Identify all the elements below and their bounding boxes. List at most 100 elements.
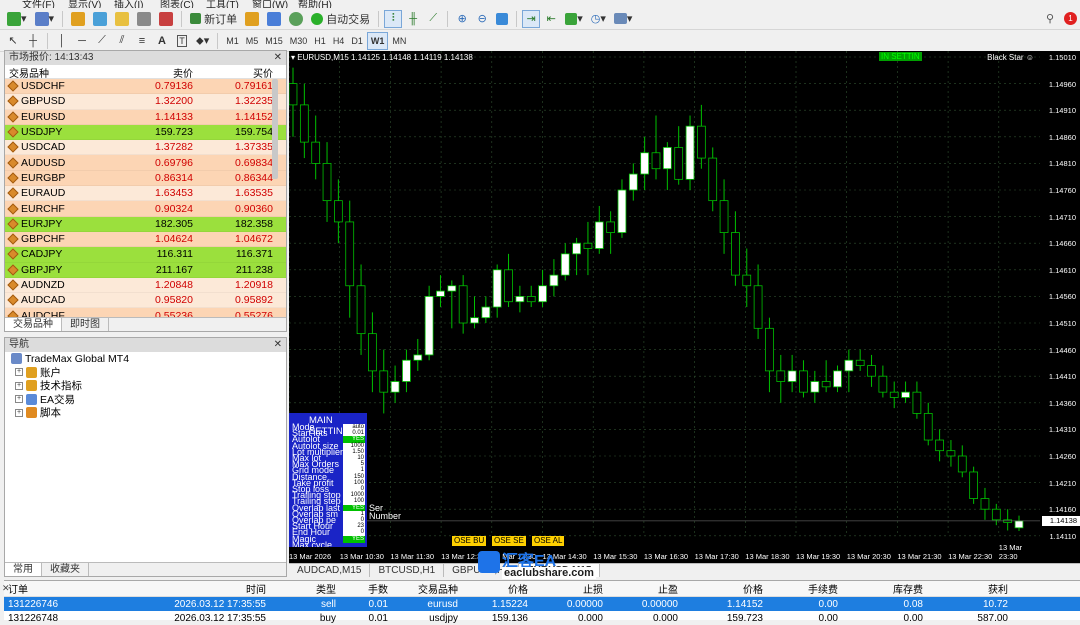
menu-item[interactable]: 文件(F) — [22, 0, 55, 8]
market-watch-row[interactable]: USDJPY 159.723 159.754 — [5, 124, 286, 141]
channel-button[interactable]: ⫽ — [113, 32, 131, 50]
column-header[interactable]: 交易品种 — [392, 581, 462, 596]
timeframe-mn[interactable]: MN — [389, 32, 409, 50]
tab-symbols[interactable]: 交易品种 — [5, 318, 62, 331]
tab-tick-chart[interactable]: 即时图 — [62, 318, 109, 331]
market-watch-row[interactable]: GBPJPY 211.167 211.238 — [5, 262, 286, 278]
expand-icon[interactable]: + — [15, 381, 23, 390]
expand-icon[interactable]: + — [15, 395, 23, 404]
periods-button[interactable]: ◷ ▾ — [588, 10, 609, 28]
market-watch-row[interactable]: USDCAD 1.37282 1.37335 — [5, 140, 286, 156]
column-header[interactable]: 价格 — [462, 581, 532, 596]
tab-common[interactable]: 常用 — [5, 563, 42, 576]
ea-setting-value[interactable]: YES — [343, 535, 365, 543]
market-watch-row[interactable]: EURCHF 0.90324 0.90360 — [5, 201, 286, 217]
close-icon[interactable]: ✕ — [2, 583, 10, 594]
text-button[interactable]: A — [153, 32, 171, 50]
indicators-button[interactable]: ▾ — [562, 10, 586, 28]
price-axis[interactable]: 1.15010 1.14960 1.14910 1.14860 1.14810 1.147… — [1040, 51, 1080, 563]
profiles-button[interactable]: ▾ — [32, 10, 58, 28]
new-order-button[interactable]: 新订单 — [187, 10, 240, 28]
tab-favorites[interactable]: 收藏夹 — [42, 563, 89, 576]
tree-item-scripts[interactable]: + 脚本 — [5, 406, 286, 420]
menu-item[interactable]: 工具(T) — [206, 0, 239, 8]
zoom-in-button[interactable]: ⊕ — [453, 10, 471, 28]
timeframe-m5[interactable]: M5 — [243, 32, 262, 50]
column-header[interactable]: 类型 — [270, 581, 340, 596]
timeframe-m15[interactable]: M15 — [262, 32, 286, 50]
signals-button[interactable] — [242, 10, 262, 28]
market-button[interactable] — [286, 10, 306, 28]
templates-button[interactable]: ▾ — [611, 10, 636, 28]
timeframe-h4[interactable]: H4 — [330, 32, 348, 50]
bar-chart-button[interactable]: ⫶ — [384, 9, 403, 28]
text-label-button[interactable]: T — [173, 32, 191, 50]
trendline-button[interactable]: ⟋ — [93, 32, 111, 50]
market-watch-row[interactable]: AUDUSD 0.69796 0.69834 — [5, 155, 286, 171]
auto-trading-button[interactable]: 自动交易 — [308, 10, 373, 28]
market-watch-row[interactable]: EURAUD 1.63453 1.63535 — [5, 186, 286, 202]
menu-item[interactable]: 插入(I) — [114, 0, 143, 8]
navigator-button[interactable] — [112, 10, 132, 28]
fibonacci-button[interactable]: ≡ — [133, 32, 151, 50]
crosshair-button[interactable]: ┼ — [24, 32, 42, 50]
community-button[interactable] — [264, 10, 284, 28]
tile-windows-button[interactable] — [493, 10, 511, 28]
close-icon[interactable]: ✕ — [274, 51, 282, 65]
data-window-button[interactable] — [90, 10, 110, 28]
market-watch-scrollbar[interactable] — [272, 79, 278, 179]
column-header[interactable]: 获利 — [927, 581, 1012, 596]
timeframe-m30[interactable]: M30 — [287, 32, 311, 50]
market-watch-row[interactable]: GBPCHF 1.04624 1.04672 — [5, 231, 286, 248]
autoscroll-button[interactable]: ⇥ — [522, 9, 541, 28]
column-header[interactable]: 时间 — [142, 581, 270, 596]
timeframe-d1[interactable]: D1 — [348, 32, 366, 50]
menu-item[interactable]: 显示(V) — [68, 0, 101, 8]
price-chart[interactable] — [289, 51, 1040, 549]
search-button[interactable]: ⚲ — [1041, 10, 1059, 28]
notifications-button[interactable]: 1 — [1061, 10, 1080, 28]
zoom-out-button[interactable]: ⊖ — [473, 10, 491, 28]
market-watch-button[interactable] — [68, 10, 88, 28]
market-watch-row[interactable]: AUDCAD 0.95820 0.95892 — [5, 293, 286, 309]
tree-root[interactable]: TradeMax Global MT4 — [5, 352, 286, 366]
chart-tab-audcad[interactable]: AUDCAD,M15 — [289, 564, 371, 577]
market-watch-row[interactable]: EURJPY 182.305 182.358 — [5, 216, 286, 232]
close-icon[interactable]: ✕ — [274, 338, 282, 352]
new-chart-button[interactable]: ▾ — [4, 10, 30, 28]
menu-item[interactable]: 窗口(W) — [252, 0, 288, 8]
close-all-button[interactable]: OSE AL — [532, 536, 565, 546]
vertical-line-button[interactable]: │ — [53, 32, 71, 50]
menu-item[interactable]: 帮助(H) — [298, 0, 332, 8]
tree-item-accounts[interactable]: + 账户 — [5, 366, 286, 380]
market-watch-row[interactable]: USDCHF 0.79136 0.79161 — [5, 79, 286, 95]
column-bid[interactable]: 卖价 — [117, 65, 197, 80]
market-watch-row[interactable]: AUDNZD 1.20848 1.20918 — [5, 277, 286, 294]
column-symbol[interactable]: 交易品种 — [5, 65, 117, 80]
strategy-tester-button[interactable] — [156, 10, 176, 28]
timeframe-h1[interactable]: H1 — [311, 32, 329, 50]
close-sell-button[interactable]: OSE SE — [492, 536, 526, 546]
column-header[interactable]: 止盈 — [607, 581, 682, 596]
column-header[interactable]: 止损 — [532, 581, 607, 596]
tree-item-experts[interactable]: + EA交易 — [5, 393, 286, 407]
market-watch-row[interactable]: CADJPY 116.311 116.371 — [5, 247, 286, 263]
shapes-button[interactable]: ⬥▾ — [193, 32, 212, 50]
terminal-button[interactable] — [134, 10, 154, 28]
timeframe-m1[interactable]: M1 — [223, 32, 242, 50]
timeframe-w1[interactable]: W1 — [366, 31, 389, 50]
market-watch-row[interactable]: GBPUSD 1.32200 1.32235 — [5, 94, 286, 110]
chart-tab-btcusd[interactable]: BTCUSD,H1 — [370, 564, 445, 577]
column-header[interactable]: 订单 — [4, 581, 142, 596]
cursor-button[interactable]: ↖ — [4, 32, 22, 50]
chart-shift-button[interactable]: ⇤ — [542, 10, 560, 28]
order-row[interactable]: 131226748 2026.03.12 17:35:55 buy 0.01 usdjp… — [4, 611, 1080, 625]
menu-item[interactable]: 图表(C) — [160, 0, 194, 8]
horizontal-line-button[interactable]: ─ — [73, 32, 91, 50]
column-header[interactable]: 价格 — [682, 581, 767, 596]
chart-window[interactable]: ▾ EURUSD,M15 1.14125 1.14148 1.14119 1.1… — [289, 51, 1080, 563]
column-ask[interactable]: 买价 — [197, 65, 277, 80]
candle-chart-button[interactable]: ╫ — [404, 10, 422, 28]
column-header[interactable]: 库存费 — [842, 581, 927, 596]
line-chart-button[interactable]: ⟋ — [424, 10, 442, 28]
